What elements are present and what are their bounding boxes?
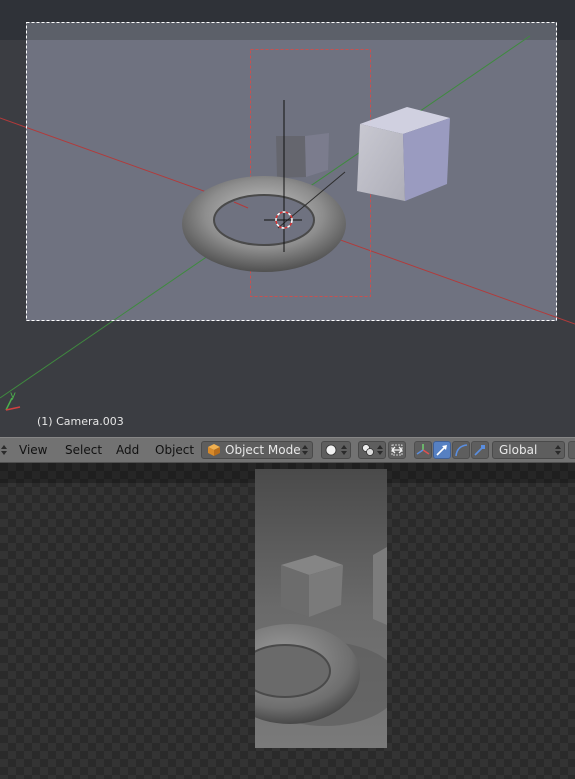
manipulator-scale-icon [474,445,485,456]
viewport-scene[interactable]: y [0,0,575,437]
3d-viewport[interactable]: y (1) Camera.003 [0,0,575,437]
menu-select[interactable]: Select [65,443,102,457]
manipulator-toggle-button[interactable] [414,441,432,459]
render-cube [281,555,343,617]
gizmo-y-label: y [10,390,16,401]
camera-frame-top-band [26,22,557,40]
pivot-point-icon [362,444,374,456]
render-result-image[interactable] [255,469,387,748]
image-editor[interactable] [0,463,575,779]
menu-view[interactable]: View [19,443,47,457]
manipulator-rotate-icon [455,444,468,457]
shading-arrows-icon [340,443,348,457]
object-cube-icon [208,444,220,456]
manipulator-toggle-icon [416,444,430,455]
render-cube-partial [373,547,387,625]
mode-dropdown[interactable]: Object Mode [201,441,313,459]
orientation-arrows-icon [554,443,562,457]
menu-add[interactable]: Add [116,443,139,457]
viewport-shading-dropdown[interactable] [321,441,351,459]
viewport-shading-icon [325,444,337,456]
editor-type-icon[interactable] [0,443,8,457]
manipulator-rotate-button[interactable] [452,441,470,459]
menu-object[interactable]: Object [155,443,194,457]
mode-dropdown-arrows-icon [301,443,309,457]
manipulator-scale-button[interactable] [471,441,489,459]
layers-button[interactable] [568,441,575,459]
manipulator-translate-icon [436,445,447,456]
snap-button[interactable] [388,441,406,459]
orientation-dropdown[interactable]: Global [492,441,565,459]
orientation-label: Global [499,443,538,457]
large-cube[interactable] [357,107,450,201]
snap-icon [391,444,403,456]
mode-label: Object Mode [225,443,301,457]
manipulator-translate-button[interactable] [433,441,451,459]
pivot-arrows-icon [376,443,384,457]
viewport-header: View Select Add Object Object Mode Globa… [0,437,575,463]
pivot-point-dropdown[interactable] [358,441,386,459]
active-object-label: (1) Camera.003 [37,415,124,428]
